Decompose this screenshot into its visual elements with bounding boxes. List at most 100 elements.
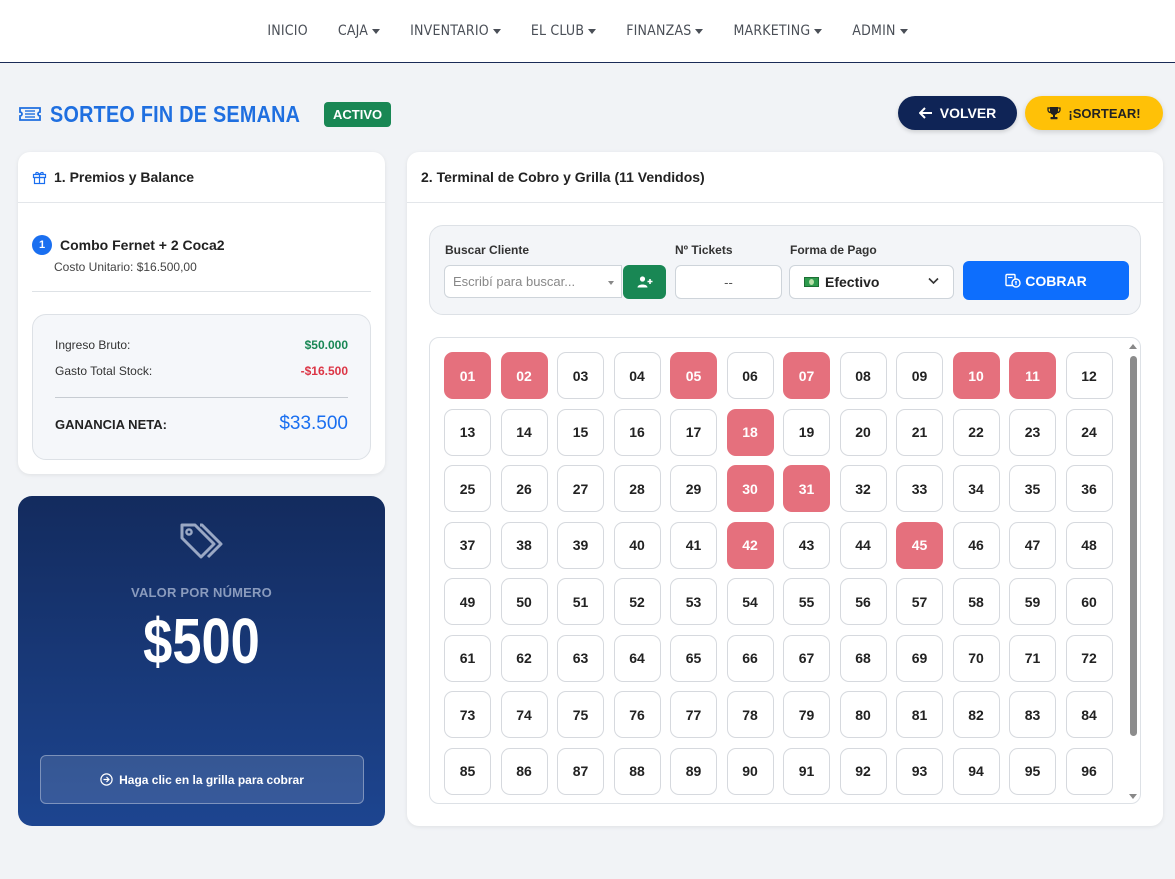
number-cell[interactable]: 73 bbox=[444, 691, 491, 738]
number-cell[interactable]: 90 bbox=[726, 747, 774, 795]
number-cell[interactable]: 66 bbox=[726, 634, 774, 682]
number-cell[interactable]: 22 bbox=[952, 408, 1000, 456]
number-cell[interactable]: 12 bbox=[1065, 352, 1113, 399]
number-cell[interactable]: 57 bbox=[896, 578, 943, 625]
number-cell[interactable]: 36 bbox=[1065, 465, 1113, 512]
number-cell[interactable]: 83 bbox=[1009, 691, 1056, 738]
number-cell[interactable]: 79 bbox=[783, 691, 830, 738]
scroll-up-icon[interactable] bbox=[1129, 344, 1137, 349]
number-cell[interactable]: 62 bbox=[500, 634, 548, 682]
number-cell[interactable]: 80 bbox=[839, 691, 887, 738]
scroll-down-icon[interactable] bbox=[1129, 794, 1137, 799]
number-cell[interactable]: 26 bbox=[500, 465, 548, 512]
number-cell[interactable]: 58 bbox=[952, 578, 1000, 625]
number-cell[interactable]: 82 bbox=[952, 691, 1000, 738]
number-cell-sold[interactable]: 05 bbox=[670, 352, 717, 399]
number-cell[interactable]: 06 bbox=[726, 352, 774, 399]
number-cell[interactable]: 96 bbox=[1065, 747, 1113, 795]
number-cell[interactable]: 33 bbox=[896, 465, 943, 512]
client-search-select[interactable]: Escribí para buscar... bbox=[444, 265, 622, 298]
number-cell[interactable]: 84 bbox=[1065, 691, 1113, 738]
number-cell[interactable]: 53 bbox=[670, 578, 717, 625]
back-button[interactable]: VOLVER bbox=[898, 96, 1017, 130]
draw-button[interactable]: ¡SORTEAR! bbox=[1025, 96, 1163, 130]
number-cell[interactable]: 49 bbox=[444, 578, 491, 625]
number-cell-sold[interactable]: 31 bbox=[783, 465, 830, 512]
number-cell[interactable]: 55 bbox=[783, 578, 830, 625]
number-cell[interactable]: 56 bbox=[839, 578, 887, 625]
number-cell[interactable]: 03 bbox=[557, 352, 604, 399]
nav-item-finanzas[interactable]: FINANZAS bbox=[626, 23, 704, 39]
number-cell[interactable]: 28 bbox=[613, 465, 661, 512]
number-cell[interactable]: 27 bbox=[557, 465, 604, 512]
number-cell[interactable]: 50 bbox=[500, 578, 548, 625]
number-cell[interactable]: 85 bbox=[444, 747, 491, 795]
nav-item-admin[interactable]: ADMIN bbox=[852, 23, 908, 39]
number-cell[interactable]: 91 bbox=[783, 747, 830, 795]
number-cell[interactable]: 46 bbox=[952, 521, 1000, 569]
number-cell[interactable]: 54 bbox=[726, 578, 774, 625]
number-cell[interactable]: 16 bbox=[613, 408, 661, 456]
nav-item-el-club[interactable]: EL CLUB bbox=[531, 23, 597, 39]
number-cell[interactable]: 09 bbox=[896, 352, 943, 399]
number-cell[interactable]: 74 bbox=[500, 691, 548, 738]
nav-item-marketing[interactable]: MARKETING bbox=[733, 23, 823, 39]
number-cell[interactable]: 78 bbox=[726, 691, 774, 738]
number-cell[interactable]: 72 bbox=[1065, 634, 1113, 682]
number-cell[interactable]: 64 bbox=[613, 634, 661, 682]
number-cell-sold[interactable]: 11 bbox=[1009, 352, 1056, 399]
number-cell[interactable]: 08 bbox=[839, 352, 887, 399]
number-cell[interactable]: 61 bbox=[444, 634, 491, 682]
number-cell[interactable]: 14 bbox=[500, 408, 548, 456]
grid-hint-button[interactable]: Haga clic en la grilla para cobrar bbox=[40, 755, 364, 804]
number-cell[interactable]: 23 bbox=[1009, 408, 1056, 456]
number-cell[interactable]: 65 bbox=[670, 634, 717, 682]
number-cell[interactable]: 48 bbox=[1065, 521, 1113, 569]
number-cell[interactable]: 34 bbox=[952, 465, 1000, 512]
number-cell[interactable]: 87 bbox=[557, 747, 604, 795]
number-cell[interactable]: 39 bbox=[557, 521, 604, 569]
number-cell[interactable]: 19 bbox=[783, 408, 830, 456]
number-cell[interactable]: 88 bbox=[613, 747, 661, 795]
number-cell[interactable]: 60 bbox=[1065, 578, 1113, 625]
number-cell[interactable]: 44 bbox=[839, 521, 887, 569]
number-cell[interactable]: 76 bbox=[613, 691, 661, 738]
number-cell-sold[interactable]: 45 bbox=[896, 521, 943, 569]
nav-item-caja[interactable]: CAJA bbox=[338, 23, 381, 39]
number-cell[interactable]: 15 bbox=[557, 408, 604, 456]
number-cell[interactable]: 21 bbox=[896, 408, 943, 456]
number-cell[interactable]: 70 bbox=[952, 634, 1000, 682]
nav-item-inicio[interactable]: INICIO bbox=[267, 23, 307, 39]
number-cell[interactable]: 75 bbox=[557, 691, 604, 738]
number-cell-sold[interactable]: 07 bbox=[783, 352, 830, 399]
number-cell[interactable]: 41 bbox=[670, 521, 717, 569]
number-cell[interactable]: 92 bbox=[839, 747, 887, 795]
number-cell[interactable]: 32 bbox=[839, 465, 887, 512]
number-cell-sold[interactable]: 02 bbox=[500, 352, 548, 399]
number-cell[interactable]: 95 bbox=[1009, 747, 1056, 795]
payment-select[interactable]: Efectivo bbox=[789, 265, 954, 299]
number-cell[interactable]: 52 bbox=[613, 578, 661, 625]
number-cell[interactable]: 13 bbox=[444, 408, 491, 456]
number-cell[interactable]: 47 bbox=[1009, 521, 1056, 569]
number-cell-sold[interactable]: 01 bbox=[444, 352, 491, 399]
number-cell[interactable]: 93 bbox=[896, 747, 943, 795]
number-cell[interactable]: 59 bbox=[1009, 578, 1056, 625]
number-cell[interactable]: 25 bbox=[444, 465, 491, 512]
number-cell[interactable]: 20 bbox=[839, 408, 887, 456]
number-cell[interactable]: 38 bbox=[500, 521, 548, 569]
number-cell-sold[interactable]: 10 bbox=[952, 352, 1000, 399]
number-cell[interactable]: 77 bbox=[670, 691, 717, 738]
number-cell[interactable]: 17 bbox=[670, 408, 717, 456]
add-client-button[interactable] bbox=[623, 265, 666, 299]
tickets-input[interactable]: -- bbox=[675, 265, 782, 299]
number-cell[interactable]: 68 bbox=[839, 634, 887, 682]
number-cell[interactable]: 51 bbox=[557, 578, 604, 625]
nav-item-inventario[interactable]: INVENTARIO bbox=[410, 23, 501, 39]
number-cell[interactable]: 24 bbox=[1065, 408, 1113, 456]
number-cell-sold[interactable]: 18 bbox=[726, 408, 774, 456]
number-cell[interactable]: 43 bbox=[783, 521, 830, 569]
number-cell[interactable]: 04 bbox=[613, 352, 661, 399]
number-cell[interactable]: 89 bbox=[670, 747, 717, 795]
number-cell[interactable]: 29 bbox=[670, 465, 717, 512]
